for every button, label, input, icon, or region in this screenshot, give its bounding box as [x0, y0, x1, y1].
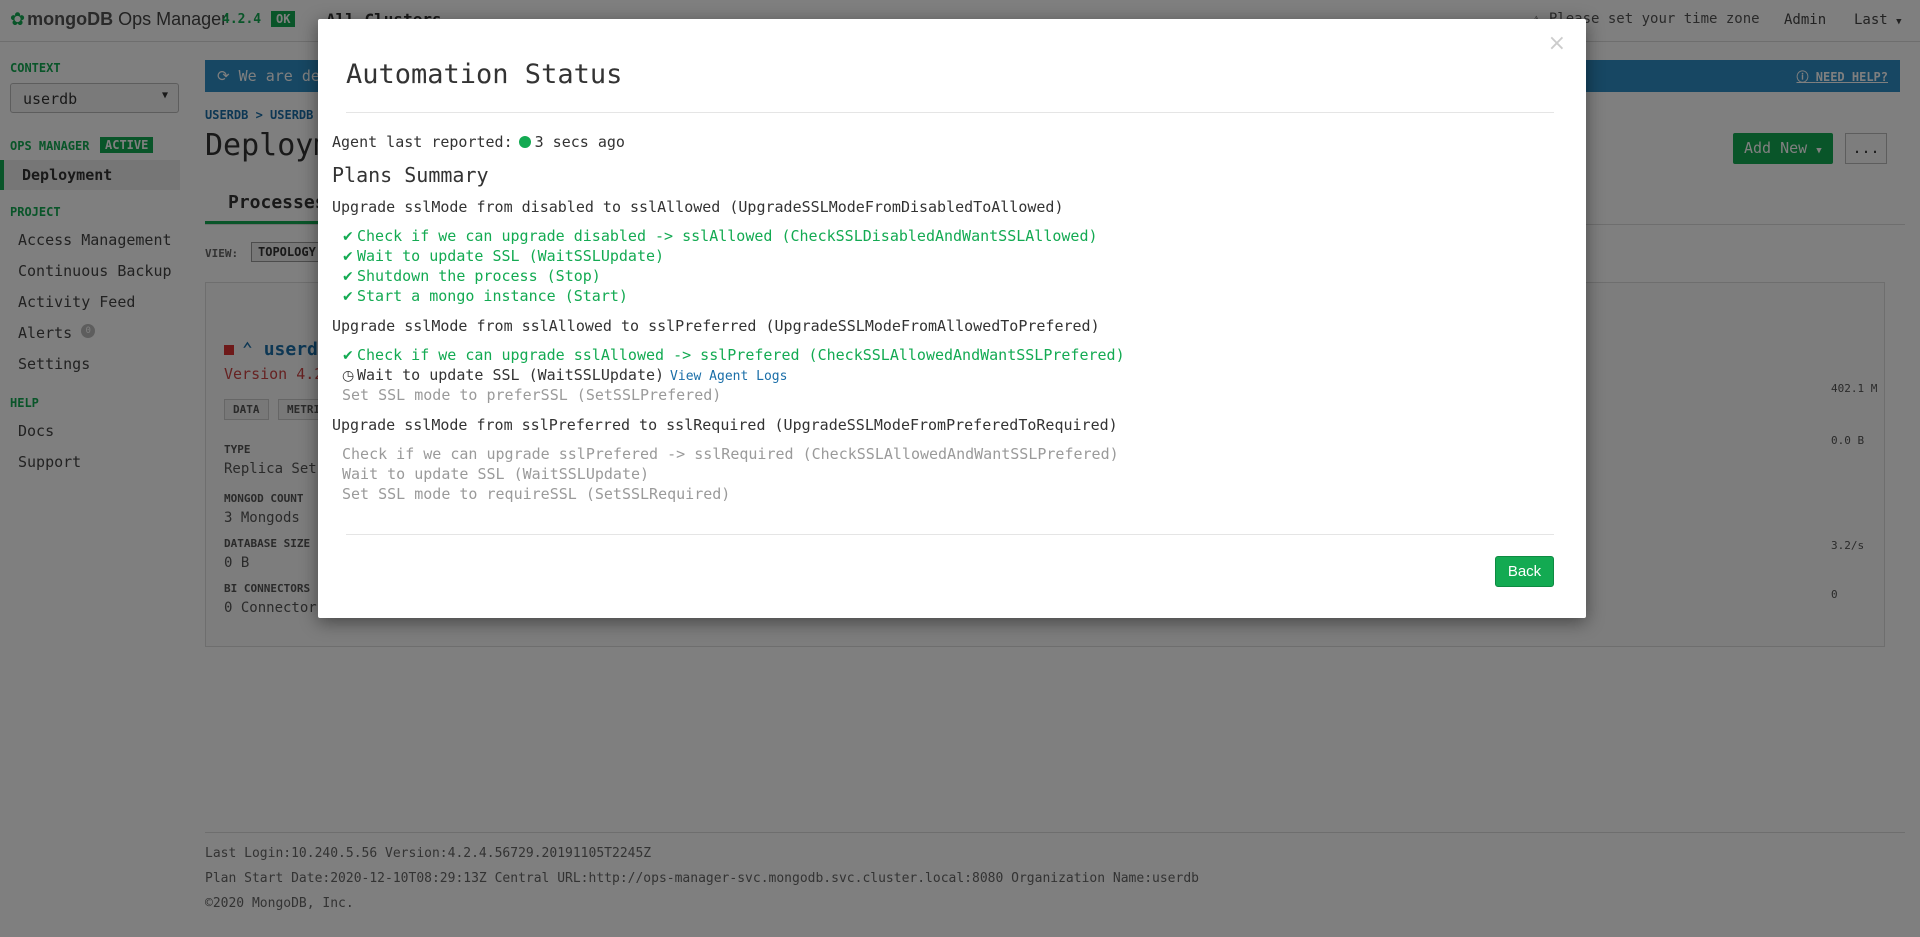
back-button[interactable]: Back	[1495, 556, 1554, 587]
agent-status-value: 3 secs ago	[534, 133, 625, 151]
plan-step-pending: Check if we can upgrade sslPrefered -> s…	[342, 445, 1119, 463]
modal-divider	[346, 112, 1554, 113]
modal-title: Automation Status	[346, 59, 623, 90]
plan-step-text: Wait to update SSL (WaitSSLUpdate)	[357, 247, 665, 265]
check-icon: ✔	[342, 289, 354, 305]
check-icon: ✔	[342, 348, 354, 364]
plan-step-text: Shutdown the process (Stop)	[357, 267, 601, 285]
clock-icon: ◷	[342, 368, 355, 384]
automation-status-modal: × Automation Status Agent last reported:…	[318, 19, 1586, 618]
plan-step-text: Check if we can upgrade disabled -> sslA…	[357, 227, 1098, 245]
agent-status-label: Agent last reported:	[332, 133, 513, 151]
plan-step-text: Wait to update SSL (WaitSSLUpdate)	[357, 366, 665, 384]
plan-step-text: Start a mongo instance (Start)	[357, 287, 628, 305]
plan-step: ✔ Check if we can upgrade disabled -> ssl…	[342, 227, 1098, 245]
plan-step: ✔ Wait to update SSL (WaitSSLUpdate)	[342, 247, 664, 265]
plan-step: ✔ Check if we can upgrade sslAllowed -> s…	[342, 346, 1125, 364]
close-icon[interactable]: ×	[1548, 31, 1566, 56]
plan-step: ✔ Shutdown the process (Stop)	[342, 267, 601, 285]
plan-step-pending: Set SSL mode to preferSSL (SetSSLPrefere…	[342, 386, 722, 404]
plan-step-pending: Wait to update SSL (WaitSSLUpdate)	[342, 465, 650, 483]
plan-step-text: Check if we can upgrade sslAllowed -> ss…	[357, 346, 1125, 364]
check-icon: ✔	[342, 229, 354, 245]
plan-step-current: ◷ Wait to update SSL (WaitSSLUpdate) View …	[342, 366, 787, 384]
plan-step-pending: Set SSL mode to requireSSL (SetSSLRequir…	[342, 485, 731, 503]
modal-footer-divider	[346, 534, 1554, 535]
plan-title: Upgrade sslMode from disabled to sslAllo…	[332, 198, 1064, 216]
agent-status: Agent last reported: 3 secs ago	[332, 133, 625, 151]
check-icon: ✔	[342, 249, 354, 265]
status-dot-icon	[518, 136, 531, 148]
plan-title: Upgrade sslMode from sslPreferred to ssl…	[332, 416, 1118, 434]
plan-step: ✔ Start a mongo instance (Start)	[342, 287, 628, 305]
plans-summary-title: Plans Summary	[332, 163, 489, 187]
plan-title: Upgrade sslMode from sslAllowed to sslPr…	[332, 317, 1100, 335]
view-agent-logs-link[interactable]: View Agent Logs	[670, 369, 787, 384]
check-icon: ✔	[342, 269, 354, 285]
